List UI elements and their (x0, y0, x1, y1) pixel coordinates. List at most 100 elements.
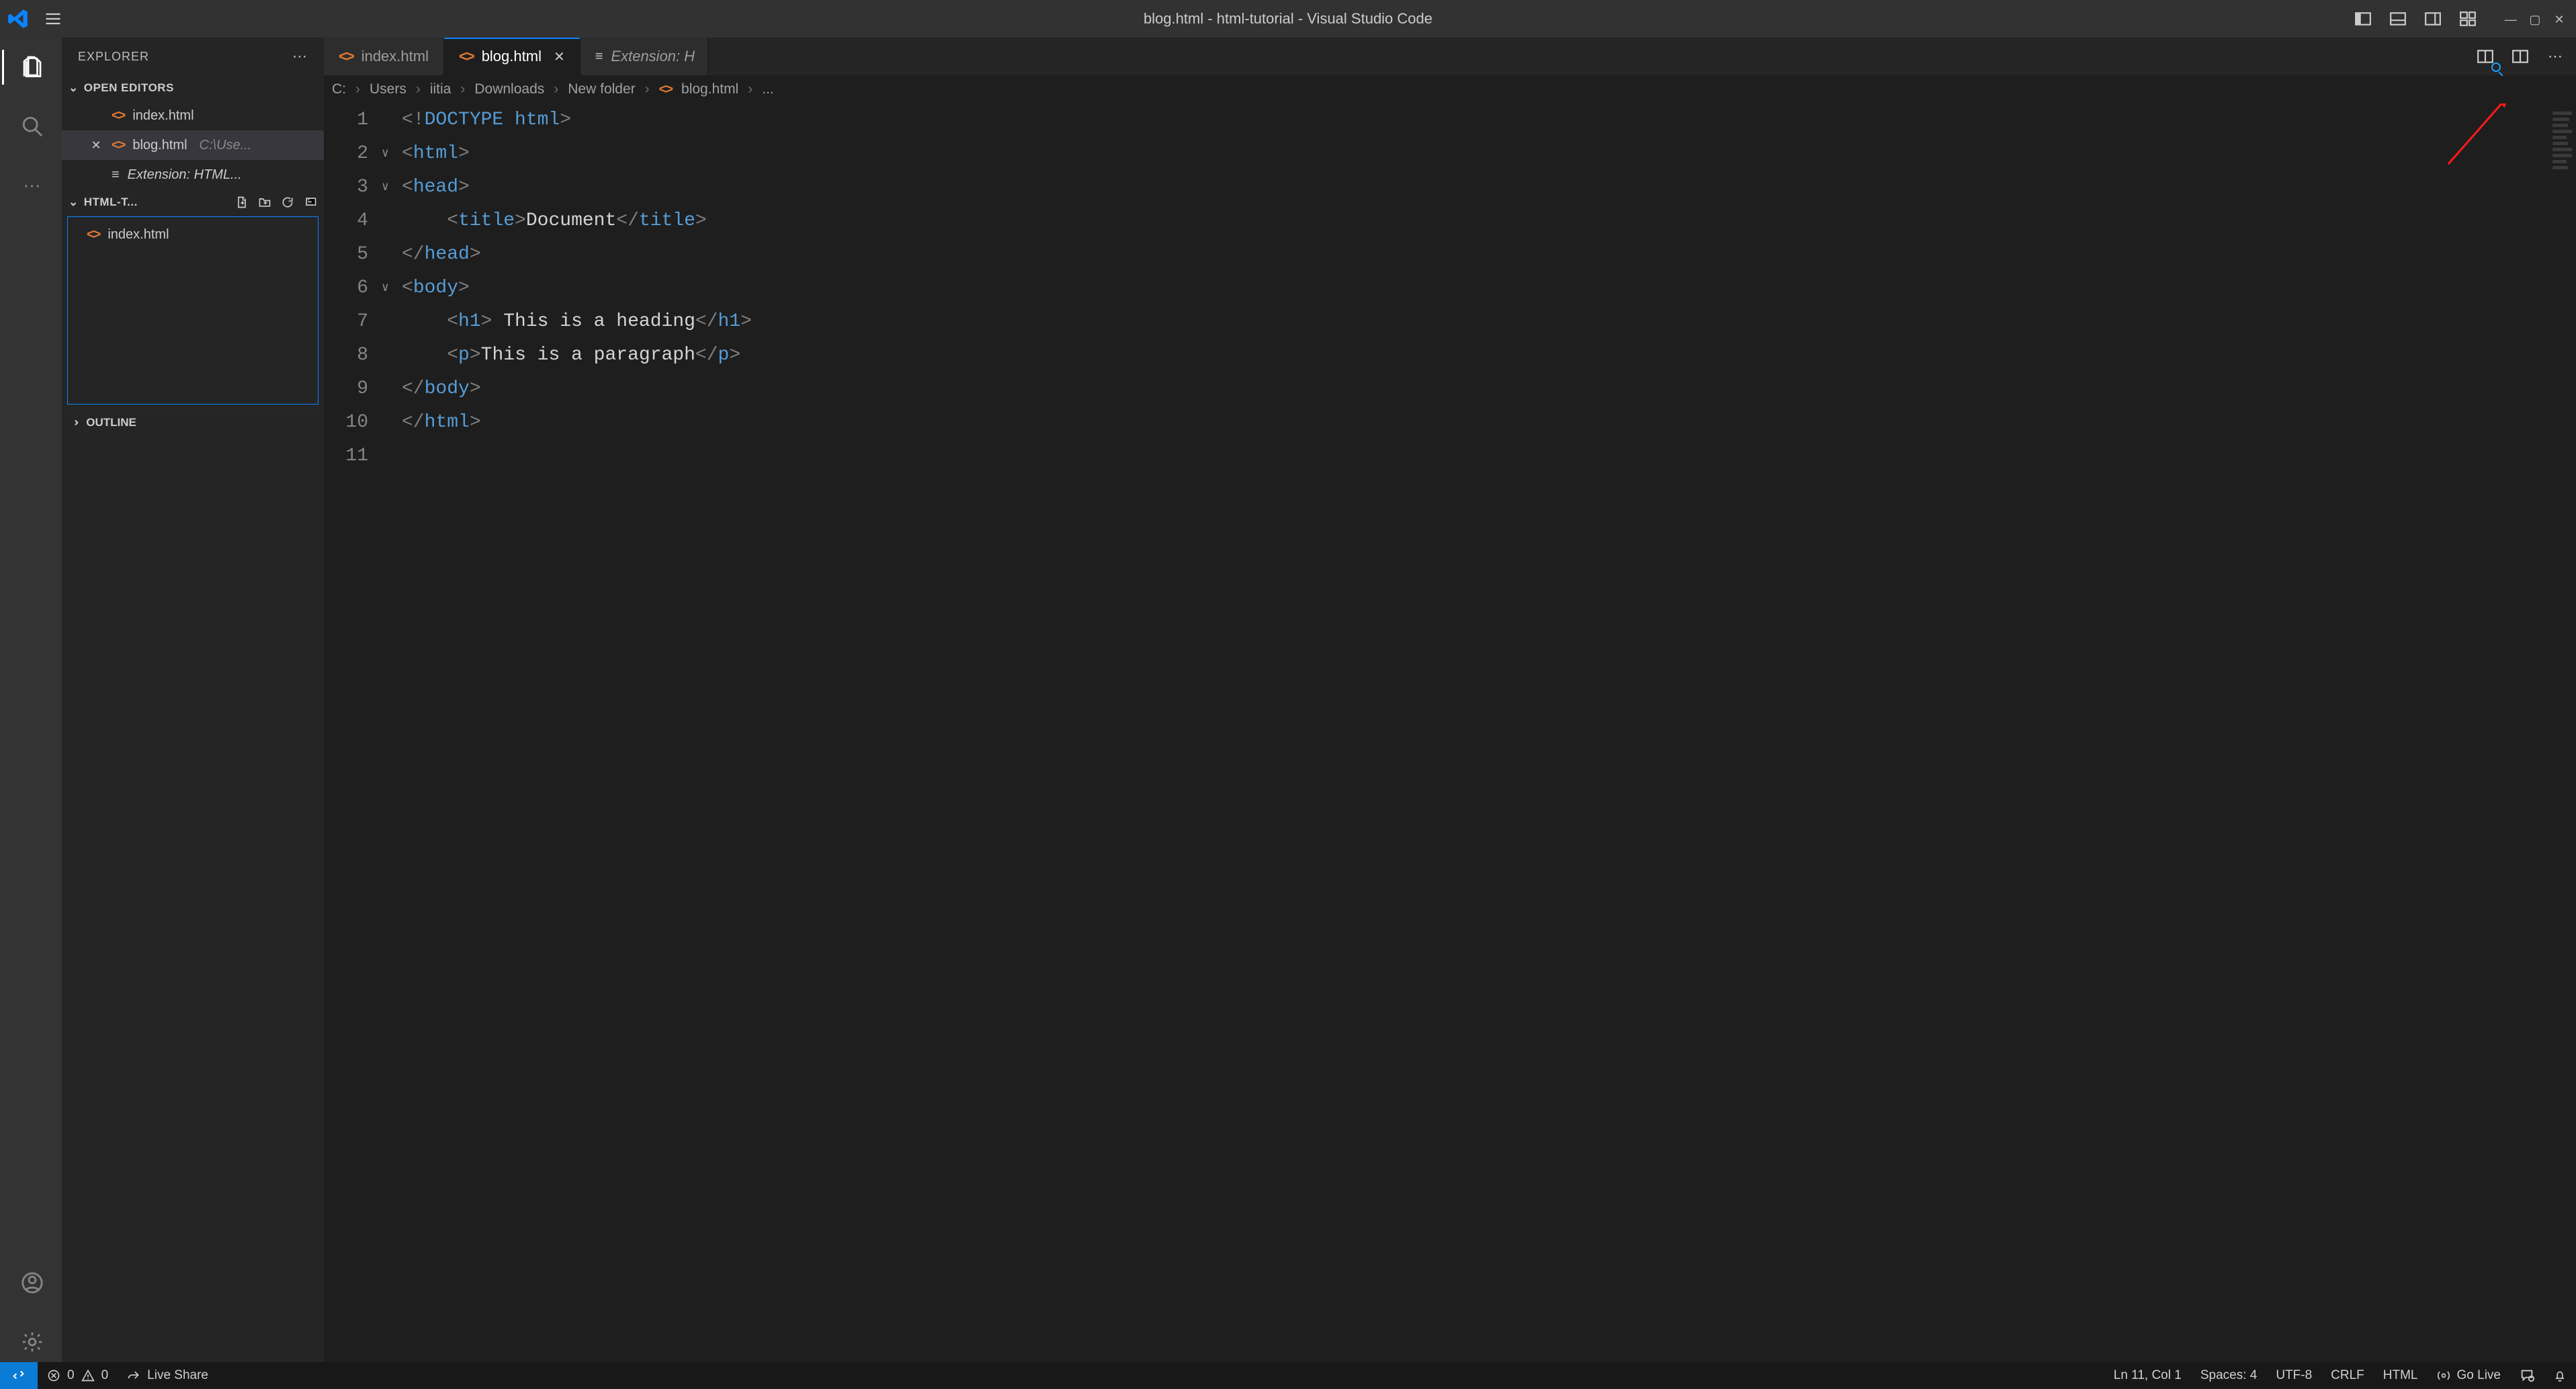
file-tree[interactable]: <>index.html (67, 216, 318, 405)
collapse-all-icon[interactable] (304, 196, 317, 209)
layout-sidebar-right-icon[interactable] (2421, 7, 2444, 30)
breadcrumb-segment[interactable]: New folder (568, 81, 635, 97)
html-file-icon: <> (87, 227, 99, 243)
code-line[interactable]: <html> (402, 137, 2548, 171)
breadcrumb-more[interactable]: ... (762, 81, 774, 97)
chevron-right-icon: › (748, 81, 753, 97)
maximize-icon[interactable]: ▢ (2525, 13, 2545, 27)
open-preview-icon[interactable] (2474, 45, 2497, 68)
code-line[interactable]: <head> (402, 171, 2548, 204)
extension-icon: ≡ (112, 167, 120, 183)
breadcrumb-segment[interactable]: C: (332, 81, 346, 97)
activity-more[interactable]: ⋯ (2, 165, 62, 206)
editor-tab[interactable]: <>blog.html✕ (444, 38, 581, 75)
tab-more-icon[interactable]: ⋯ (2544, 45, 2567, 68)
new-file-icon[interactable] (235, 196, 249, 209)
html-file-icon: <> (112, 108, 124, 124)
breadcrumbs[interactable]: C:›Users›iitia›Downloads›New folder›<>bl… (324, 75, 2576, 103)
status-feedback-icon[interactable] (2510, 1368, 2544, 1383)
line-number: 9 (324, 372, 368, 406)
open-editor-item[interactable]: ✕<>blog.htmlC:\Use... (62, 130, 324, 160)
fold-toggle (382, 204, 402, 238)
fold-toggle[interactable]: ∨ (382, 171, 402, 204)
fold-toggle (382, 238, 402, 271)
line-number: 4 (324, 204, 368, 238)
explorer-more-icon[interactable]: ⋯ (292, 48, 308, 65)
refresh-icon[interactable] (281, 196, 294, 209)
status-problems[interactable]: 0 0 (38, 1368, 118, 1383)
fold-toggle[interactable]: ∨ (382, 137, 402, 171)
layout-panel-icon[interactable] (2387, 7, 2409, 30)
line-number: 11 (324, 439, 368, 473)
chevron-right-icon: › (645, 81, 650, 97)
activity-account[interactable] (2, 1263, 62, 1303)
line-number: 8 (324, 339, 368, 372)
status-golive[interactable]: Go Live (2428, 1368, 2510, 1383)
status-indent[interactable]: Spaces: 4 (2191, 1368, 2267, 1383)
fold-toggle (382, 103, 402, 137)
status-eol[interactable]: CRLF (2321, 1368, 2374, 1383)
editor-tab[interactable]: <> index.html (324, 38, 444, 75)
status-language[interactable]: HTML (2374, 1368, 2428, 1383)
activity-settings[interactable] (2, 1322, 62, 1362)
line-number: 7 (324, 305, 368, 339)
file-tree-item[interactable]: <>index.html (68, 220, 318, 249)
code-line[interactable]: <body> (402, 271, 2548, 305)
breadcrumb-segment[interactable]: Downloads (474, 81, 544, 97)
status-bell-icon[interactable] (2544, 1369, 2576, 1382)
open-editors-header[interactable]: ⌄ OPEN EDITORS (62, 75, 324, 101)
hamburger-menu-icon[interactable] (42, 7, 65, 30)
minimize-icon[interactable]: — (2501, 13, 2521, 27)
minimap[interactable] (2548, 103, 2576, 1362)
close-icon[interactable]: ✕ (554, 48, 565, 65)
breadcrumb-segment[interactable]: Users (370, 81, 406, 97)
editor-tab[interactable]: ≡Extension: H (581, 38, 708, 75)
activity-explorer[interactable] (2, 47, 62, 87)
breadcrumb-file[interactable]: blog.html (681, 81, 738, 97)
fold-toggle (382, 339, 402, 372)
line-number: 5 (324, 238, 368, 271)
line-number: 10 (324, 406, 368, 439)
code-line[interactable]: <title>Document</title> (402, 204, 2548, 238)
status-encoding[interactable]: UTF-8 (2266, 1368, 2321, 1383)
chevron-down-icon: ⌄ (69, 81, 79, 95)
open-editor-item[interactable]: ≡Extension: HTML... (62, 160, 324, 190)
chevron-right-icon: › (460, 81, 465, 97)
code-line[interactable] (402, 439, 2548, 473)
line-number: 2 (324, 137, 368, 171)
split-editor-icon[interactable] (2509, 45, 2532, 68)
code-line[interactable]: </body> (402, 372, 2548, 406)
close-icon[interactable]: ✕ (89, 138, 103, 153)
code-line[interactable]: <h1> This is a heading</h1> (402, 305, 2548, 339)
chevron-down-icon: ⌄ (69, 196, 79, 209)
html-file-icon: <> (339, 48, 353, 65)
layout-sidebar-left-icon[interactable] (2352, 7, 2374, 30)
breadcrumb-segment[interactable]: iitia (430, 81, 452, 97)
tab-label: index.html (361, 48, 429, 65)
status-liveshare[interactable]: Live Share (118, 1368, 218, 1383)
remote-indicator[interactable] (0, 1362, 38, 1389)
new-folder-icon[interactable] (258, 196, 271, 209)
open-editor-item[interactable]: <>index.html (62, 101, 324, 130)
fold-toggle[interactable]: ∨ (382, 271, 402, 305)
status-cursor[interactable]: Ln 11, Col 1 (2104, 1368, 2191, 1383)
window-controls[interactable]: — ▢ ✕ (2501, 10, 2569, 28)
line-number: 6 (324, 271, 368, 305)
status-bar: 0 0 Live Share Ln 11, Col 1 Spaces: 4 UT… (0, 1362, 2576, 1389)
outline-header[interactable]: ⌄ OUTLINE (62, 409, 324, 435)
customize-layout-icon[interactable] (2456, 7, 2479, 30)
code-line[interactable]: </html> (402, 406, 2548, 439)
folder-header[interactable]: ⌄ HTML-T... (62, 190, 324, 215)
editor-tabs: <> index.html<> blog.html ✕ ≡Extension: H ⋯ (324, 38, 2576, 75)
fold-toggle (382, 305, 402, 339)
tab-label: blog.html (482, 48, 542, 65)
code-editor[interactable]: 1234567891011 ∨∨∨ <!DOCTYPE html><html><… (324, 103, 2576, 1362)
code-line[interactable]: </head> (402, 238, 2548, 271)
close-window-icon[interactable]: ✕ (2549, 13, 2569, 27)
line-number: 1 (324, 103, 368, 137)
vscode-logo-icon (7, 7, 30, 30)
activity-search[interactable] (2, 106, 62, 146)
line-number: 3 (324, 171, 368, 204)
code-line[interactable]: <p>This is a paragraph</p> (402, 339, 2548, 372)
code-line[interactable]: <!DOCTYPE html> (402, 103, 2548, 137)
